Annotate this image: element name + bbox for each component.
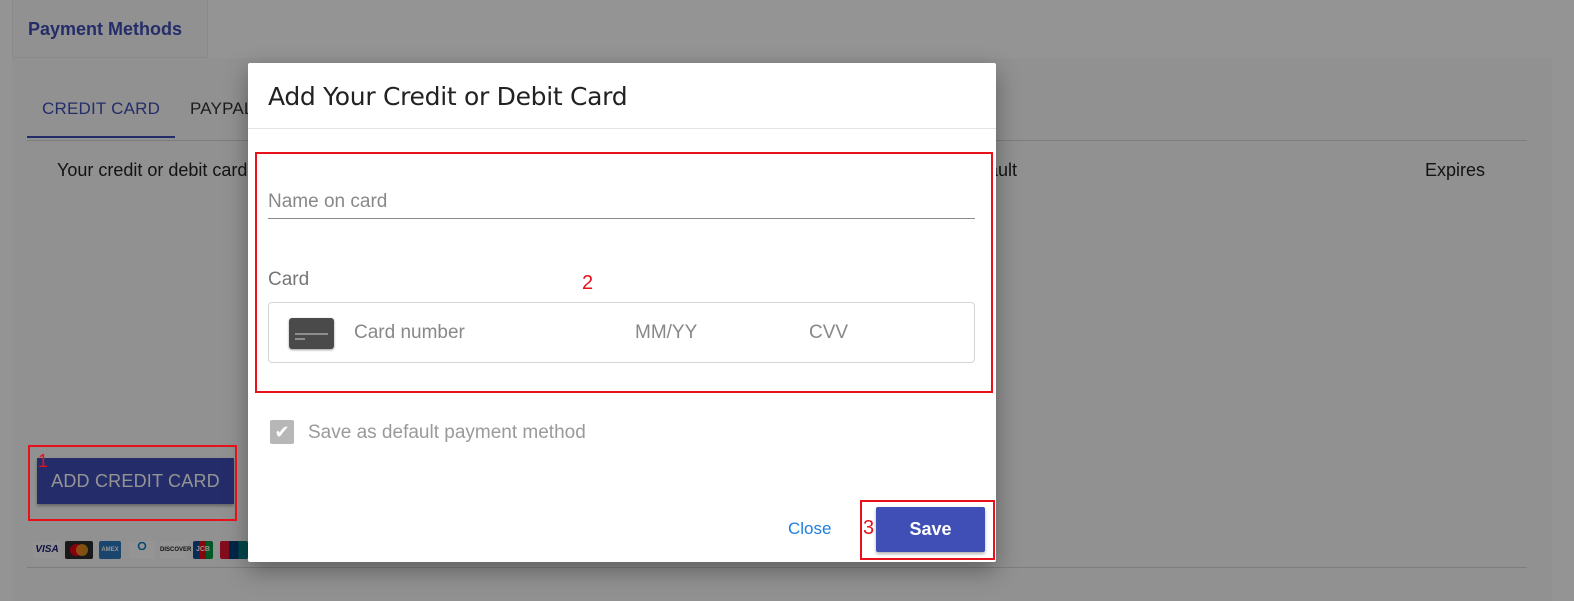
checkmark-icon: ✔: [274, 422, 290, 442]
close-button[interactable]: Close: [788, 519, 831, 539]
default-payment-label[interactable]: Save as default payment method: [308, 422, 586, 444]
annotation-label-3: 3: [863, 517, 875, 539]
dialog-title: Add Your Credit or Debit Card: [268, 82, 628, 111]
annotation-box-1: [28, 445, 237, 521]
annotation-box-2: [255, 152, 993, 393]
annotation-box-3: [860, 500, 995, 560]
dialog-divider: [248, 128, 996, 129]
default-payment-checkbox[interactable]: ✔: [270, 420, 294, 444]
annotation-label-2: 2: [582, 272, 594, 294]
annotation-label-1: 1: [38, 451, 49, 471]
